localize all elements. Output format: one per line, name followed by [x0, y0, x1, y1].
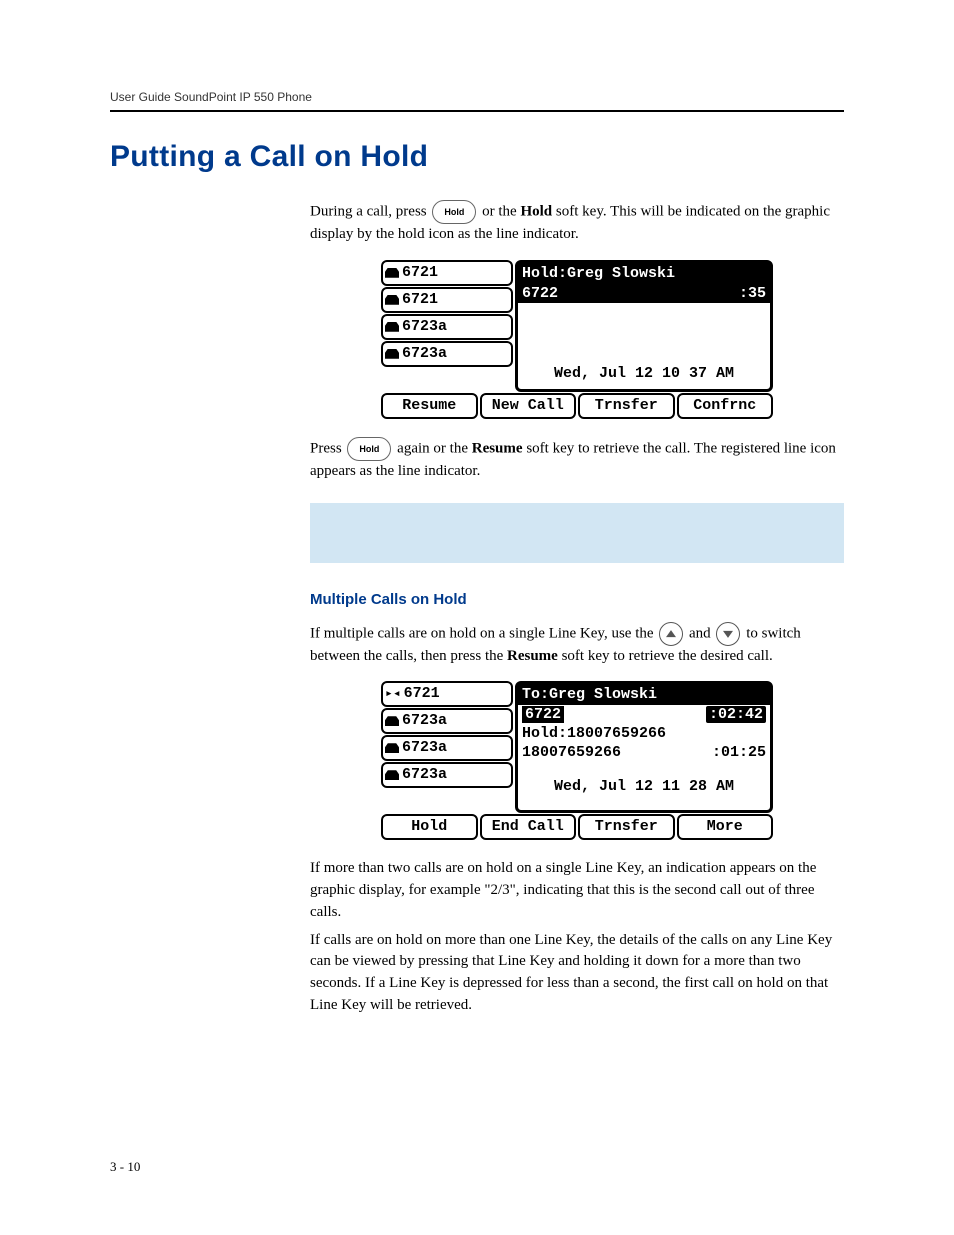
- note-box: [310, 503, 844, 563]
- p1-text-b: or the: [482, 203, 520, 219]
- lcd2-line-4: 6723a: [381, 762, 513, 788]
- lcd2-row3: 18007659266 :01:25: [518, 743, 770, 762]
- p3-text-a: If multiple calls are on hold on a singl…: [310, 625, 657, 641]
- down-arrow-icon: [716, 622, 740, 646]
- hold-key-icon: Hold: [347, 437, 391, 461]
- phone-icon: [385, 716, 399, 726]
- lcd1-softkeys: Resume New Call Trnsfer Confrnc: [381, 393, 773, 419]
- lcd1-header: Hold:Greg Slowski: [518, 263, 770, 284]
- lcd2-row2-left: Hold:18007659266: [522, 725, 666, 742]
- lcd2-row2: Hold:18007659266: [518, 724, 770, 743]
- lcd1-row1: 6722 :35: [518, 284, 770, 303]
- lcd1-line-3: 6723a: [381, 314, 513, 340]
- lcd2-header-text: To:Greg Slowski: [522, 686, 657, 703]
- lcd1-line-1: 6721: [381, 260, 513, 286]
- lcd2-row1-right: :02:42: [706, 706, 766, 723]
- page-number: 3 - 10: [110, 1159, 140, 1175]
- lcd2-line-3-label: 6723a: [402, 737, 447, 759]
- hold-key-icon: Hold: [432, 200, 476, 224]
- lcd-screenshot-1: 6721 6721 6723a 6723a Hold:Greg Slowski …: [381, 260, 773, 419]
- lcd2-softkeys: Hold End Call Trnsfer More: [381, 814, 773, 840]
- lcd1-row1-right: :35: [739, 285, 766, 302]
- lcd1-line-4-label: 6723a: [402, 343, 447, 365]
- phone-icon: [385, 268, 399, 278]
- lcd1-line-3-label: 6723a: [402, 316, 447, 338]
- lcd1-line-4: 6723a: [381, 341, 513, 367]
- paragraph-3: If multiple calls are on hold on a singl…: [310, 622, 844, 668]
- lcd2-line-1-label: 6721: [404, 683, 440, 705]
- lcd1-soft-resume: Resume: [381, 393, 478, 419]
- phone-icon: [385, 349, 399, 359]
- lcd2-soft-endcall: End Call: [480, 814, 577, 840]
- lcd1-line-2-label: 6721: [402, 289, 438, 311]
- lcd1-row1-left: 6722: [522, 285, 558, 302]
- phone-icon: [385, 295, 399, 305]
- p1-bold: Hold: [520, 203, 552, 219]
- lcd2-row3-right: :01:25: [712, 744, 766, 761]
- active-call-icon: ▸◂: [385, 689, 401, 699]
- lcd2-row1: 6722 :02:42: [518, 705, 770, 724]
- lcd1-datetime: Wed, Jul 12 10 37 AM: [518, 359, 770, 386]
- lcd2-line-4-label: 6723a: [402, 764, 447, 786]
- paragraph-4: If more than two calls are on hold on a …: [310, 858, 844, 923]
- phone-icon: [385, 743, 399, 753]
- lcd2-row1-left: 6722: [522, 706, 564, 723]
- up-arrow-icon: [659, 622, 683, 646]
- lcd2-line-3: 6723a: [381, 735, 513, 761]
- lcd2-datetime: Wed, Jul 12 11 28 AM: [518, 772, 770, 799]
- subheading-multiple-calls: Multiple Calls on Hold: [310, 591, 844, 608]
- lcd2-soft-more: More: [677, 814, 774, 840]
- header-rule: [110, 110, 844, 112]
- lcd1-soft-newcall: New Call: [480, 393, 577, 419]
- paragraph-2: Press Hold again or the Resume soft key …: [310, 437, 844, 483]
- lcd1-soft-trnsfer: Trnsfer: [578, 393, 675, 419]
- lcd1-main: Hold:Greg Slowski 6722 :35 Wed, Jul 12 1…: [515, 260, 773, 392]
- lcd2-main: To:Greg Slowski 6722 :02:42 Hold:1800765…: [515, 681, 773, 813]
- lcd2-soft-hold: Hold: [381, 814, 478, 840]
- section-title: Putting a Call on Hold: [110, 140, 844, 174]
- lcd2-header: To:Greg Slowski: [518, 684, 770, 705]
- lcd1-soft-confrnc: Confrnc: [677, 393, 774, 419]
- lcd2-line-2: 6723a: [381, 708, 513, 734]
- lcd2-line-keys: ▸◂6721 6723a 6723a 6723a: [381, 681, 513, 813]
- p2-text-b: again or the: [397, 440, 472, 456]
- p3-text-e: soft key to retrieve the desired call.: [562, 648, 773, 664]
- p1-text-a: During a call, press: [310, 203, 430, 219]
- paragraph-1: During a call, press Hold or the Hold so…: [310, 200, 844, 246]
- running-header: User Guide SoundPoint IP 550 Phone: [110, 90, 844, 104]
- lcd1-line-2: 6721: [381, 287, 513, 313]
- p3-text-b: and: [689, 625, 714, 641]
- p3-bold: Resume: [507, 648, 558, 664]
- p2-bold: Resume: [472, 440, 523, 456]
- phone-icon: [385, 322, 399, 332]
- lcd1-line-1-label: 6721: [402, 262, 438, 284]
- lcd2-soft-trnsfer: Trnsfer: [578, 814, 675, 840]
- lcd2-row3-left: 18007659266: [522, 744, 621, 761]
- paragraph-5: If calls are on hold on more than one Li…: [310, 930, 844, 1017]
- lcd2-line-1: ▸◂6721: [381, 681, 513, 707]
- phone-icon: [385, 770, 399, 780]
- lcd2-line-2-label: 6723a: [402, 710, 447, 732]
- p2-text-a: Press: [310, 440, 345, 456]
- lcd1-line-keys: 6721 6721 6723a 6723a: [381, 260, 513, 392]
- lcd1-header-text: Hold:Greg Slowski: [522, 265, 675, 282]
- lcd-screenshot-2: ▸◂6721 6723a 6723a 6723a To:Greg Slowski…: [381, 681, 773, 840]
